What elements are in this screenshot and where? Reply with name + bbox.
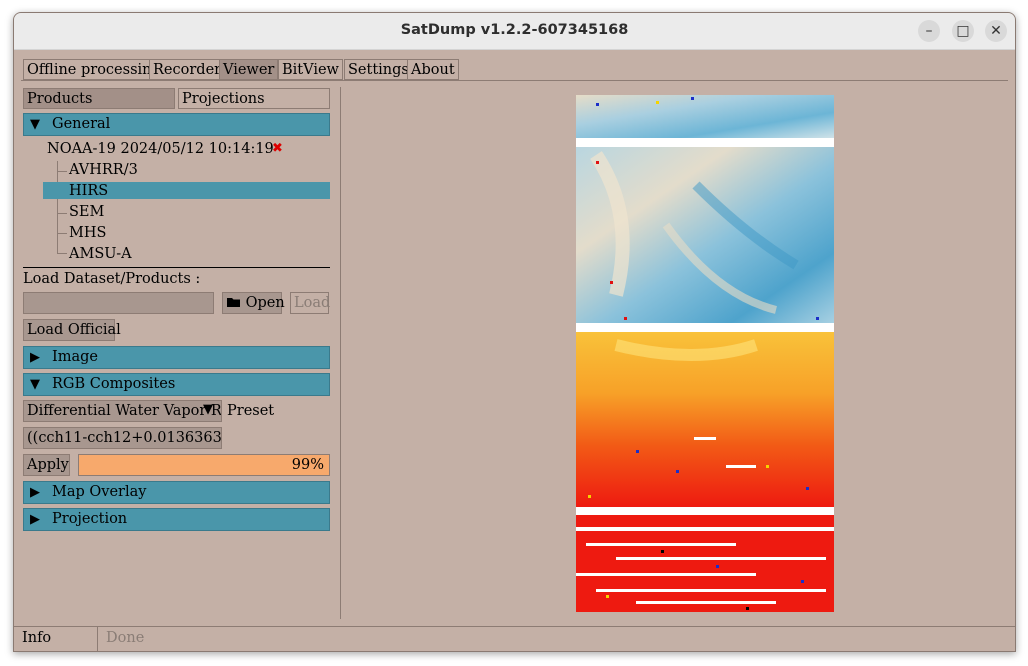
expand-arrow-icon: ▶: [30, 512, 40, 527]
product-item-sem[interactable]: SEM: [69, 204, 104, 220]
hirs-rgb-image: [576, 95, 834, 612]
general-section-header[interactable]: ▼ General: [23, 113, 330, 136]
tab-bar-divider: [21, 80, 1008, 81]
tab-settings[interactable]: Settings: [344, 59, 413, 80]
projection-header[interactable]: ▶ Projection: [23, 508, 330, 531]
tab-recorder[interactable]: Recorder: [149, 59, 226, 80]
dropdown-arrow-icon[interactable]: ▼: [203, 402, 213, 417]
image-section-header[interactable]: ▶ Image: [23, 346, 330, 369]
preset-label: Preset: [227, 403, 275, 419]
expand-arrow-icon: ▶: [30, 485, 40, 500]
product-item-mhs[interactable]: MHS: [69, 225, 106, 241]
tree-branch: [57, 253, 67, 254]
subtab-products[interactable]: Products: [23, 88, 175, 109]
dataset-label: NOAA-19 2024/05/12 10:14:19: [47, 141, 274, 157]
title-bar: SatDump v1.2.2-607345168 – □ ✕: [14, 13, 1015, 50]
tree-branch: [57, 213, 67, 214]
product-item-hirs[interactable]: HIRS: [69, 183, 108, 199]
rgb-composites-header[interactable]: ▼ RGB Composites: [23, 373, 330, 396]
open-button[interactable]: Open: [222, 292, 285, 314]
delete-dataset-icon[interactable]: ✖: [272, 141, 283, 156]
status-separator: [97, 626, 98, 651]
section-divider: [23, 267, 330, 268]
tab-about[interactable]: About: [407, 59, 459, 80]
folder-icon: [227, 298, 240, 307]
tab-viewer[interactable]: Viewer: [219, 59, 279, 80]
load-button[interactable]: Load: [290, 292, 330, 314]
window-title: SatDump v1.2.2-607345168: [400, 22, 629, 38]
maximize-button[interactable]: □: [952, 20, 974, 42]
apply-button[interactable]: Apply: [23, 454, 70, 476]
status-bar: [14, 626, 1015, 651]
collapse-arrow-icon: ▼: [30, 377, 40, 392]
collapse-arrow-icon: ▼: [30, 117, 40, 132]
tab-bitview[interactable]: BitView: [278, 59, 343, 80]
progress-percent: 99%: [291, 457, 324, 473]
rgb-preset-value: Differential Water Vapor RGB: [27, 403, 222, 419]
rgb-preset-select[interactable]: Differential Water Vapor RGB: [23, 400, 222, 422]
map-overlay-header[interactable]: ▶ Map Overlay: [23, 481, 330, 504]
status-label: Info: [22, 630, 52, 646]
minimize-button[interactable]: –: [918, 20, 940, 42]
product-item-avhrr[interactable]: AVHRR/3: [69, 162, 138, 178]
product-item-amsu-a[interactable]: AMSU-A: [69, 246, 132, 262]
dataset-path-input[interactable]: [23, 292, 214, 314]
expand-arrow-icon: ▶: [30, 350, 40, 365]
image-viewer[interactable]: [576, 95, 834, 612]
panel-splitter[interactable]: [340, 87, 341, 619]
apply-progress-bar: 99%: [78, 454, 330, 476]
status-text: Done: [106, 630, 145, 646]
tree-line: [57, 161, 58, 253]
tree-branch: [57, 233, 67, 234]
load-official-button[interactable]: Load Official: [23, 319, 121, 341]
app-window: SatDump v1.2.2-607345168 – □ ✕ Offline p…: [13, 12, 1016, 652]
open-button-label: Open: [245, 295, 285, 311]
tree-branch: [57, 171, 67, 172]
rgb-expression-input[interactable]: ((cch11-cch12+0.013636363636: [23, 427, 222, 449]
tab-offline-processing[interactable]: Offline processing: [23, 59, 165, 80]
subtab-projections[interactable]: Projections: [178, 88, 330, 109]
close-button[interactable]: ✕: [985, 20, 1007, 42]
load-dataset-label: Load Dataset/Products :: [23, 271, 201, 287]
